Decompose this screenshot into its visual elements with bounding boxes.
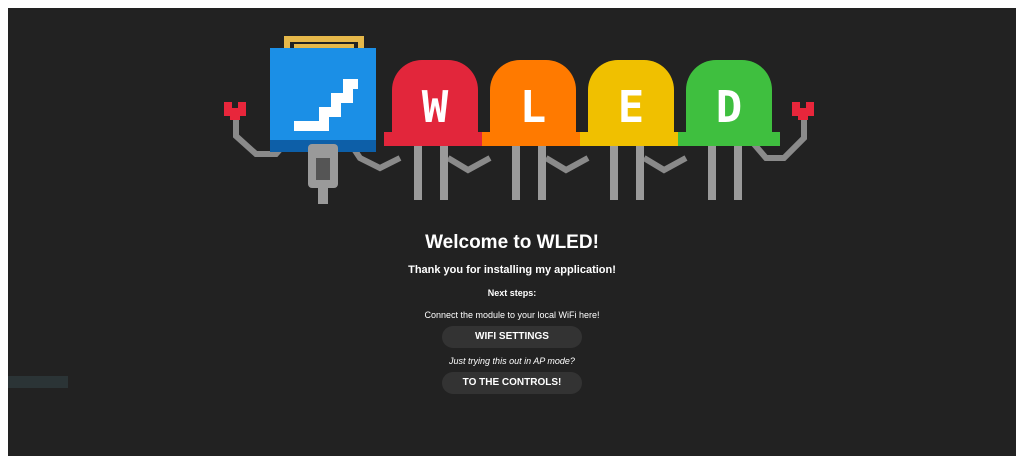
led-letter: W: [422, 82, 449, 133]
led-letter: E: [618, 82, 645, 133]
page-frame: W L E D Welcome to WLED! Thank you for i…: [8, 8, 1016, 456]
heart-icon: [224, 102, 246, 120]
wire-orange-yellow: [544, 155, 590, 174]
side-element: [8, 376, 68, 388]
ap-mode-text: Just trying this out in AP mode?: [449, 356, 575, 366]
welcome-content: Welcome to WLED! Thank you for installin…: [8, 228, 1016, 394]
heart-icon: [792, 102, 814, 120]
wire-yellow-green: [642, 155, 688, 174]
wire-red-orange: [446, 155, 492, 174]
next-steps-label: Next steps:: [487, 288, 537, 298]
led-l: L: [482, 60, 584, 200]
page-title: Welcome to WLED!: [425, 232, 599, 253]
led-w: W: [384, 60, 486, 200]
led-letter: D: [716, 82, 743, 133]
chip-icon: [270, 36, 376, 204]
subtitle: Thank you for installing my application!: [408, 264, 616, 276]
led-e: E: [580, 60, 682, 200]
led-d: D: [678, 60, 780, 200]
to-controls-button[interactable]: TO THE CONTROLS!: [442, 372, 582, 394]
wled-logo: W L E D: [224, 36, 814, 204]
led-letter: L: [520, 82, 547, 133]
wifi-settings-button[interactable]: WIFI SETTINGS: [442, 326, 582, 348]
connect-text: Connect the module to your local WiFi he…: [424, 310, 600, 320]
